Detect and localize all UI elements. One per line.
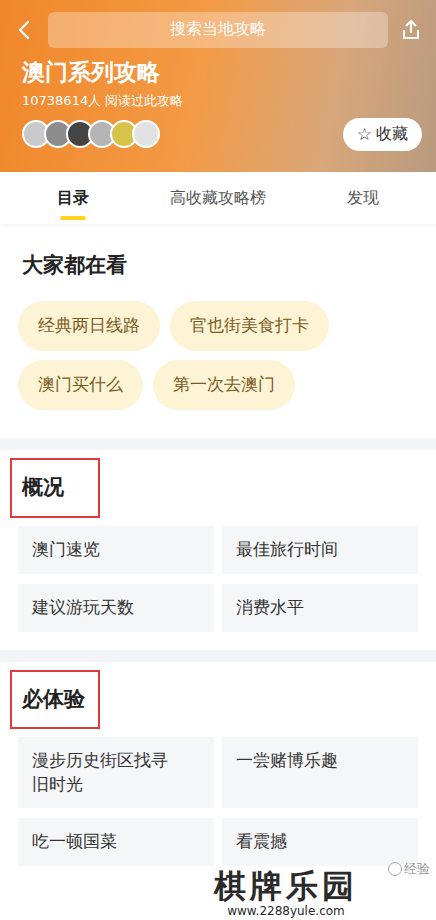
guide-item[interactable]: 漫步历史街区找寻旧时光	[18, 737, 214, 809]
watermark-badge: 经验	[388, 860, 430, 878]
reader-count: 10738614人阅读过此攻略	[22, 92, 422, 110]
avatar[interactable]	[132, 120, 160, 148]
section-title: 大家都在看	[10, 242, 139, 289]
paw-icon	[388, 862, 402, 876]
tab-bar: 目录高收藏攻略榜发现	[0, 172, 436, 224]
hero-header: 搜索当地攻略澳门系列攻略 10738614人阅读过此攻略 ☆收藏	[0, 0, 436, 172]
guide-item[interactable]: 看震撼	[222, 818, 418, 866]
search-field[interactable]: 搜索当地攻略	[48, 12, 388, 48]
guide-item[interactable]: 吃一顿国菜	[18, 818, 214, 866]
guide-page: 搜索当地攻略澳门系列攻略 10738614人阅读过此攻略 ☆收藏目录高收藏攻略榜发现…	[0, 0, 436, 920]
guide-section: 概况澳门速览最佳旅行时间建议游玩天数消费水平	[0, 450, 436, 649]
star-icon: ☆	[357, 124, 372, 144]
topic-chip[interactable]: 官也街美食打卡	[170, 301, 329, 351]
hero-bottom: ☆收藏	[22, 118, 422, 151]
guide-item[interactable]: 最佳旅行时间	[222, 526, 418, 574]
guide-item[interactable]: 澳门速览	[18, 526, 214, 574]
topic-chip[interactable]: 澳门买什么	[18, 360, 143, 410]
guide-section: 大家都在看经典两日线路官也街美食打卡澳门买什么第一次去澳门	[0, 224, 436, 438]
section-title: 必体验	[10, 670, 100, 729]
item-grid: 澳门速览最佳旅行时间建议游玩天数消费水平	[0, 526, 436, 632]
guide-item[interactable]: 一尝赌博乐趣	[222, 737, 418, 809]
topic-chip[interactable]: 第一次去澳门	[153, 360, 295, 410]
guide-item[interactable]: 消费水平	[222, 584, 418, 632]
section-title: 概况	[10, 458, 100, 517]
guide-item[interactable]: 建议游玩天数	[18, 584, 214, 632]
favorite-button[interactable]: ☆收藏	[343, 118, 422, 151]
section-divider	[0, 438, 436, 450]
topic-chip[interactable]: 经典两日线路	[18, 301, 160, 351]
chip-list: 经典两日线路官也街美食打卡澳门买什么第一次去澳门	[0, 297, 436, 420]
guide-title: 澳门系列攻略	[22, 58, 422, 88]
tab[interactable]: 目录	[0, 172, 145, 224]
share-icon[interactable]	[400, 19, 422, 41]
item-grid: 漫步历史街区找寻旧时光一尝赌博乐趣吃一顿国菜看震撼	[0, 737, 436, 867]
section-divider	[0, 650, 436, 662]
back-arrow-icon[interactable]	[14, 19, 36, 41]
guide-section: 必体验漫步历史街区找寻旧时光一尝赌博乐趣吃一顿国菜看震撼	[0, 662, 436, 885]
tab[interactable]: 发现	[291, 172, 436, 224]
watermark: 棋牌乐园www.2288yule.com	[214, 869, 358, 918]
tab[interactable]: 高收藏攻略榜	[145, 172, 290, 224]
top-bar: 搜索当地攻略	[14, 12, 422, 48]
avatar-stack	[22, 120, 154, 148]
tab-indicator	[60, 216, 86, 220]
